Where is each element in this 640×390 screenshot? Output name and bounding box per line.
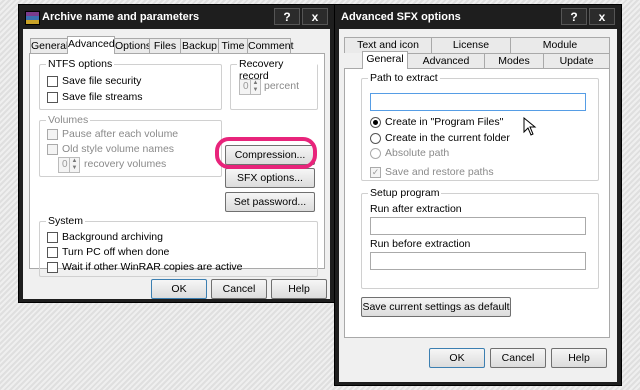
sfx-client: Text and icon License Module General Adv…: [339, 29, 617, 382]
ntfs-group: NTFS options Save file security Save fil…: [39, 58, 222, 110]
tab-options[interactable]: Options: [114, 38, 151, 54]
sfx-dialog: Advanced SFX options ? x Text and icon L…: [334, 4, 622, 386]
spinner-arrows-icon[interactable]: ▲ ▼: [250, 80, 260, 94]
create-program-files-radio[interactable]: Create in "Program Files": [370, 116, 503, 128]
radio-dot[interactable]: [370, 132, 381, 144]
recovery-group: Recovery record 0 ▲ ▼ percent: [230, 58, 318, 110]
mouse-cursor-icon: [523, 117, 537, 136]
close-icon[interactable]: x: [589, 8, 615, 25]
checkbox-box[interactable]: [47, 143, 58, 155]
absolute-path-checkbox[interactable]: Absolute path: [370, 147, 449, 159]
volumes-group: Volumes Pause after each volume Old styl…: [39, 114, 222, 177]
save-file-security-label: Save file security: [62, 75, 142, 87]
tab-advanced[interactable]: Advanced: [407, 53, 485, 69]
radio-dot[interactable]: [370, 147, 381, 159]
save-file-streams-checkbox[interactable]: Save file streams: [47, 91, 143, 103]
ok-button[interactable]: OK: [429, 348, 485, 368]
path-input[interactable]: [370, 93, 586, 111]
setup-group-label: Setup program: [368, 187, 442, 199]
help-button[interactable]: Help: [551, 348, 607, 368]
cancel-button[interactable]: Cancel: [211, 279, 267, 299]
old-style-names-label: Old style volume names: [62, 143, 175, 155]
ok-button[interactable]: OK: [151, 279, 207, 299]
tab-update[interactable]: Update: [543, 53, 610, 69]
old-style-names-checkbox[interactable]: Old style volume names: [47, 143, 174, 155]
tab-general[interactable]: General: [30, 38, 68, 54]
help-icon[interactable]: ?: [274, 8, 300, 25]
run-after-input[interactable]: [370, 217, 586, 235]
recovery-volumes-value: 0: [62, 159, 68, 170]
background-archiving-label: Background archiving: [62, 231, 163, 243]
save-restore-paths-label: Save and restore paths: [385, 166, 494, 178]
pause-after-volume-checkbox[interactable]: Pause after each volume: [47, 128, 178, 140]
checkbox-box[interactable]: [47, 231, 58, 243]
checkbox-box[interactable]: [47, 75, 58, 87]
create-current-folder-radio[interactable]: Create in the current folder: [370, 132, 510, 144]
setup-group: Setup program Run after extraction Run b…: [361, 187, 599, 289]
close-icon[interactable]: x: [302, 8, 328, 25]
spinner-arrows-icon[interactable]: ▲ ▼: [69, 158, 79, 172]
help-icon[interactable]: ?: [561, 8, 587, 25]
archive-title-bar[interactable]: Archive name and parameters ? x: [19, 5, 334, 29]
tab-backup[interactable]: Backup: [180, 38, 219, 54]
tab-license[interactable]: License: [431, 37, 511, 53]
path-group-label: Path to extract: [368, 72, 440, 84]
wait-winrar-checkbox[interactable]: Wait if other WinRAR copies are active: [47, 261, 243, 273]
pause-after-volume-label: Pause after each volume: [62, 128, 179, 140]
save-as-default-button[interactable]: Save current settings as default: [361, 297, 511, 317]
radio-dot[interactable]: [370, 116, 381, 128]
run-before-input[interactable]: [370, 252, 586, 270]
checkbox-box[interactable]: [47, 128, 58, 140]
create-current-folder-label: Create in the current folder: [385, 132, 510, 144]
archive-title: Archive name and parameters: [42, 11, 200, 23]
checkbox-box[interactable]: [47, 261, 58, 273]
save-restore-paths-checkbox[interactable]: ✓ Save and restore paths: [370, 166, 494, 178]
save-file-security-checkbox[interactable]: Save file security: [47, 75, 141, 87]
checkbox-box[interactable]: [47, 91, 58, 103]
turn-pc-off-label: Turn PC off when done: [62, 246, 170, 258]
recovery-percent-unit: percent: [264, 80, 300, 92]
tab-advanced[interactable]: Advanced: [67, 36, 115, 54]
tab-module[interactable]: Module: [510, 37, 610, 53]
ntfs-group-label: NTFS options: [46, 58, 115, 70]
recovery-volumes-label: recovery volumes: [84, 158, 167, 170]
tab-time[interactable]: Time: [218, 38, 248, 54]
sfx-title-bar[interactable]: Advanced SFX options ? x: [335, 5, 621, 29]
sfx-title: Advanced SFX options: [341, 11, 461, 23]
tab-files[interactable]: Files: [149, 38, 181, 54]
system-group: System Background archiving Turn PC off …: [39, 215, 318, 277]
recovery-percent-value: 0: [243, 81, 249, 92]
check-icon[interactable]: ✓: [370, 166, 381, 178]
tab-modes[interactable]: Modes: [484, 53, 544, 69]
help-button[interactable]: Help: [271, 279, 327, 299]
general-panel: Path to extract Create in "Program Files…: [344, 68, 610, 338]
tab-general[interactable]: General: [362, 51, 408, 69]
system-group-label: System: [46, 215, 86, 227]
checkbox-box[interactable]: [47, 246, 58, 258]
volumes-group-label: Volumes: [46, 114, 91, 126]
turn-pc-off-checkbox[interactable]: Turn PC off when done: [47, 246, 169, 258]
set-password-button[interactable]: Set password...: [225, 192, 315, 212]
run-before-label: Run before extraction: [370, 238, 471, 250]
wait-winrar-label: Wait if other WinRAR copies are active: [62, 261, 243, 273]
create-program-files-label: Create in "Program Files": [385, 116, 504, 128]
save-file-streams-label: Save file streams: [62, 91, 143, 103]
recovery-percent-spinner[interactable]: 0 ▲ ▼: [239, 79, 261, 95]
tab-comment[interactable]: Comment: [247, 38, 294, 54]
winrar-icon: [25, 11, 40, 25]
background-archiving-checkbox[interactable]: Background archiving: [47, 231, 163, 243]
sfx-options-button[interactable]: SFX options...: [225, 168, 315, 188]
cancel-button[interactable]: Cancel: [490, 348, 546, 368]
absolute-path-label: Absolute path: [385, 147, 450, 159]
path-group: Path to extract Create in "Program Files…: [361, 72, 599, 181]
run-after-label: Run after extraction: [370, 203, 462, 215]
recovery-volumes-spinner[interactable]: 0 ▲ ▼: [58, 157, 80, 173]
annotation-highlight: [215, 137, 317, 169]
